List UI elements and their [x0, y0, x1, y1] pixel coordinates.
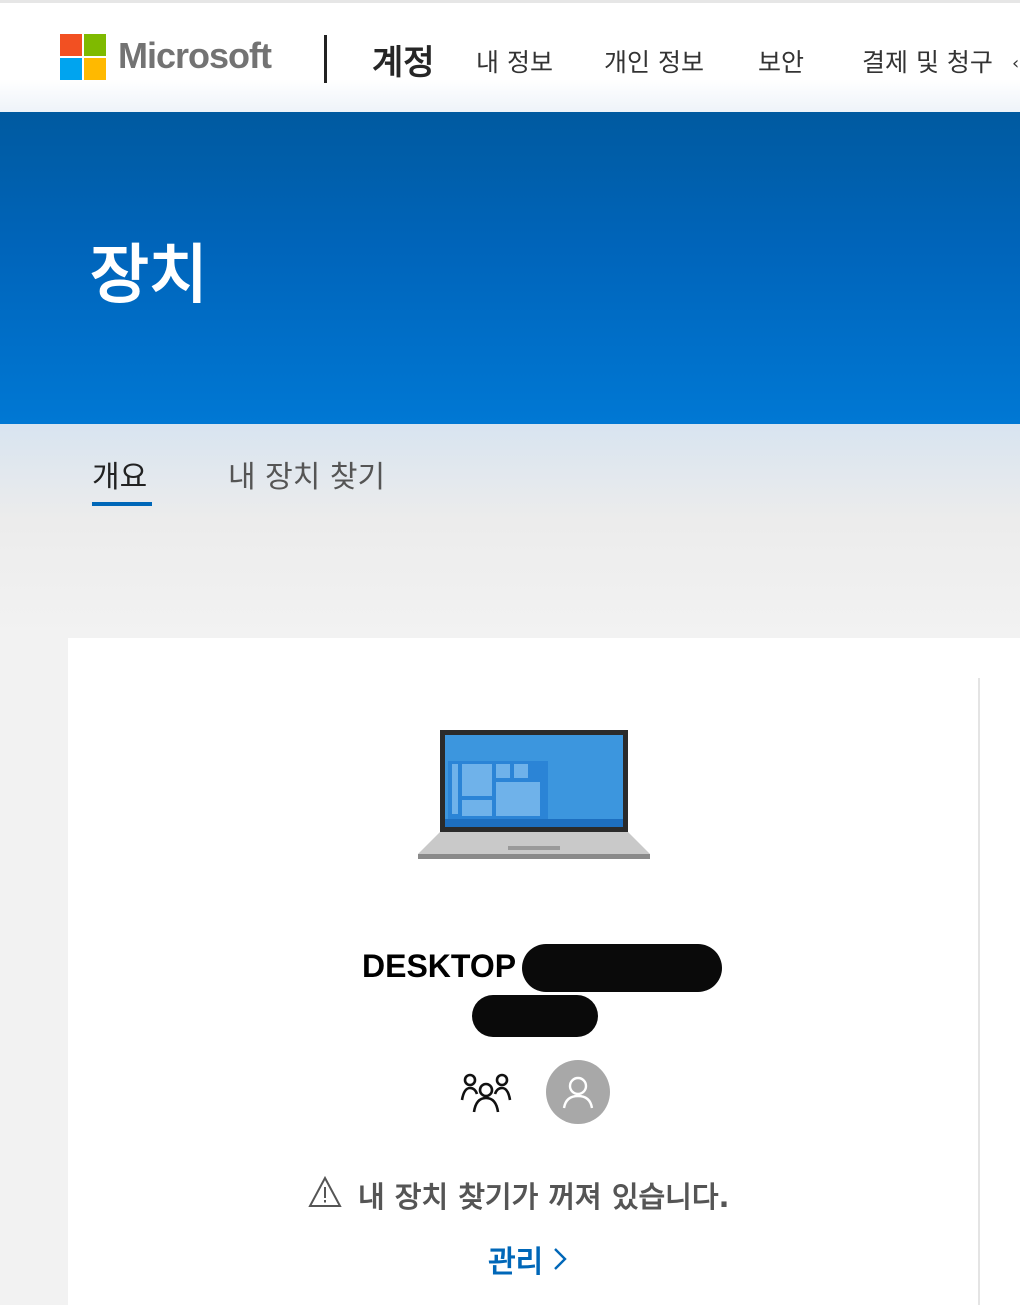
redacted-device-name-2 — [472, 995, 598, 1037]
nav-item-billing[interactable]: 결제 및 청구 — [862, 43, 993, 79]
warning-icon — [308, 1176, 342, 1207]
user-avatar-icon[interactable] — [546, 1060, 610, 1124]
nav-item-my-info[interactable]: 내 정보 — [476, 43, 553, 79]
header-divider — [324, 35, 327, 83]
family-icon — [460, 1073, 512, 1113]
card-separator — [978, 678, 980, 1305]
find-my-device-warning: 내 장치 찾기가 꺼져 있습니다. — [358, 1180, 730, 1214]
top-navigation-bar: Microsoft 계정 내 정보 개인 정보 보안 결제 및 청구 ‹ — [0, 0, 1020, 112]
chevron-right-icon — [554, 1248, 567, 1270]
nav-item-privacy[interactable]: 개인 정보 — [604, 43, 704, 79]
brand-wordmark[interactable]: Microsoft — [118, 35, 272, 77]
hero-banner: 장치 — [0, 112, 1020, 424]
manage-link-label: 관리 — [488, 1245, 544, 1280]
redacted-device-name — [522, 944, 722, 992]
nav-item-security[interactable]: 보안 — [758, 43, 804, 79]
page-title: 장치 — [90, 239, 208, 313]
device-name: DESKTOP — [362, 948, 517, 984]
tab-overview[interactable]: 개요 — [92, 452, 147, 496]
tab-find-my-device[interactable]: 내 장치 찾기 — [228, 452, 385, 496]
account-section-link[interactable]: 계정 — [372, 35, 435, 84]
nav-overflow-icon[interactable]: ‹ — [1012, 53, 1019, 74]
microsoft-logo-icon[interactable] — [60, 34, 106, 80]
tabs-band — [0, 424, 1020, 638]
active-tab-indicator — [92, 502, 152, 506]
laptop-icon — [418, 730, 650, 859]
manage-link[interactable]: 관리 — [488, 1237, 567, 1281]
